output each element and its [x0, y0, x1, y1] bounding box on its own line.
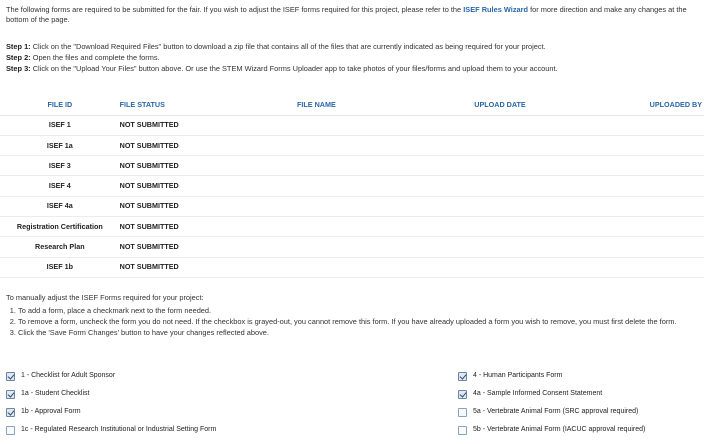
table-row: ISEF 4a NOT SUBMITTED — [0, 196, 704, 217]
step-1: Step 1: Click on the "Download Required … — [6, 42, 546, 51]
table-row: ISEF 4 NOT SUBMITTED — [0, 175, 704, 197]
form-option[interactable]: 4a - Sample Informed Consent Statement — [458, 385, 645, 403]
form-checkbox[interactable] — [458, 407, 467, 417]
col-uploaded-by[interactable]: UPLOADED BY — [649, 96, 704, 116]
form-option[interactable]: 1 - Checklist for Adult Sponsor — [6, 367, 216, 385]
form-label: 1 - Checklist for Adult Sponsor — [21, 372, 116, 380]
manual-adjust-heading: To manually adjust the ISEF Forms requir… — [6, 293, 204, 302]
form-label: 1c - Regulated Research Institutional or… — [21, 426, 217, 434]
table-row: Research Plan NOT SUBMITTED — [0, 236, 704, 258]
form-option[interactable]: 5a - Vertebrate Animal Form (SRC approva… — [458, 403, 645, 421]
table-row: ISEF 1b NOT SUBMITTED — [0, 257, 704, 278]
form-option[interactable]: 1a - Student Checklist — [6, 385, 216, 403]
form-label: 4a - Sample Informed Consent Statement — [473, 390, 603, 398]
table-header-row: FILE ID FILE STATUS FILE NAME UPLOAD DAT… — [0, 96, 704, 116]
col-upload-date[interactable]: UPLOAD DATE — [474, 96, 650, 116]
form-label: 5a - Vertebrate Animal Form (SRC approva… — [473, 408, 639, 416]
table-row: ISEF 1a NOT SUBMITTED — [0, 135, 704, 157]
form-label: 1a - Student Checklist — [21, 390, 90, 398]
isef-rules-wizard-link[interactable]: ISEF Rules Wizard — [463, 5, 528, 14]
col-file-status[interactable]: FILE STATUS — [119, 96, 298, 116]
form-checkbox[interactable] — [6, 425, 15, 435]
step-2: Step 2: Open the files and complete the … — [6, 52, 160, 62]
table-row: ISEF 1 NOT SUBMITTED — [0, 115, 704, 136]
form-checkbox[interactable] — [6, 371, 15, 381]
form-checkbox[interactable] — [6, 407, 15, 417]
form-checkbox[interactable] — [458, 371, 467, 381]
form-option[interactable]: 5b - Vertebrate Animal Form (IACUC appro… — [458, 421, 645, 439]
intro-text: The following forms are required to be s… — [6, 5, 704, 25]
forms-checklist-left: 1 - Checklist for Adult Sponsor 1a - Stu… — [6, 367, 216, 439]
instruction-item: Click the 'Save Form Changes' button to … — [18, 328, 704, 338]
steps: Step 1: Click on the "Download Required … — [6, 42, 704, 75]
form-label: 1b - Approval Form — [21, 408, 81, 416]
intro-text-before: The following forms are required to be s… — [6, 5, 464, 14]
table-row: Registration Certification NOT SUBMITTED — [0, 216, 704, 238]
form-checkbox[interactable] — [6, 389, 15, 399]
col-file-name[interactable]: FILE NAME — [297, 96, 475, 116]
form-checkbox[interactable] — [458, 389, 467, 399]
manual-instructions: To add a form, place a checkmark next to… — [6, 306, 704, 339]
form-checkbox[interactable] — [458, 425, 467, 435]
form-option[interactable]: 4 - Human Participants Form — [458, 367, 645, 385]
form-label: 4 - Human Participants Form — [473, 372, 563, 380]
form-option[interactable]: 1b - Approval Form — [6, 403, 216, 421]
table-row: ISEF 3 NOT SUBMITTED — [0, 155, 704, 177]
form-label: 5b - Vertebrate Animal Form (IACUC appro… — [473, 426, 646, 434]
instruction-item: To remove a form, uncheck the form you d… — [18, 317, 704, 327]
files-table: FILE ID FILE STATUS FILE NAME UPLOAD DAT… — [0, 96, 704, 278]
col-file-id[interactable]: FILE ID — [0, 96, 120, 116]
form-option[interactable]: 1c - Regulated Research Institutional or… — [6, 421, 216, 439]
forms-checklist-right: 4 - Human Participants Form 4a - Sample … — [458, 367, 645, 439]
instruction-item: To add a form, place a checkmark next to… — [18, 306, 704, 316]
step-3: Step 3: Click on the "Upload Your Files"… — [6, 63, 558, 73]
